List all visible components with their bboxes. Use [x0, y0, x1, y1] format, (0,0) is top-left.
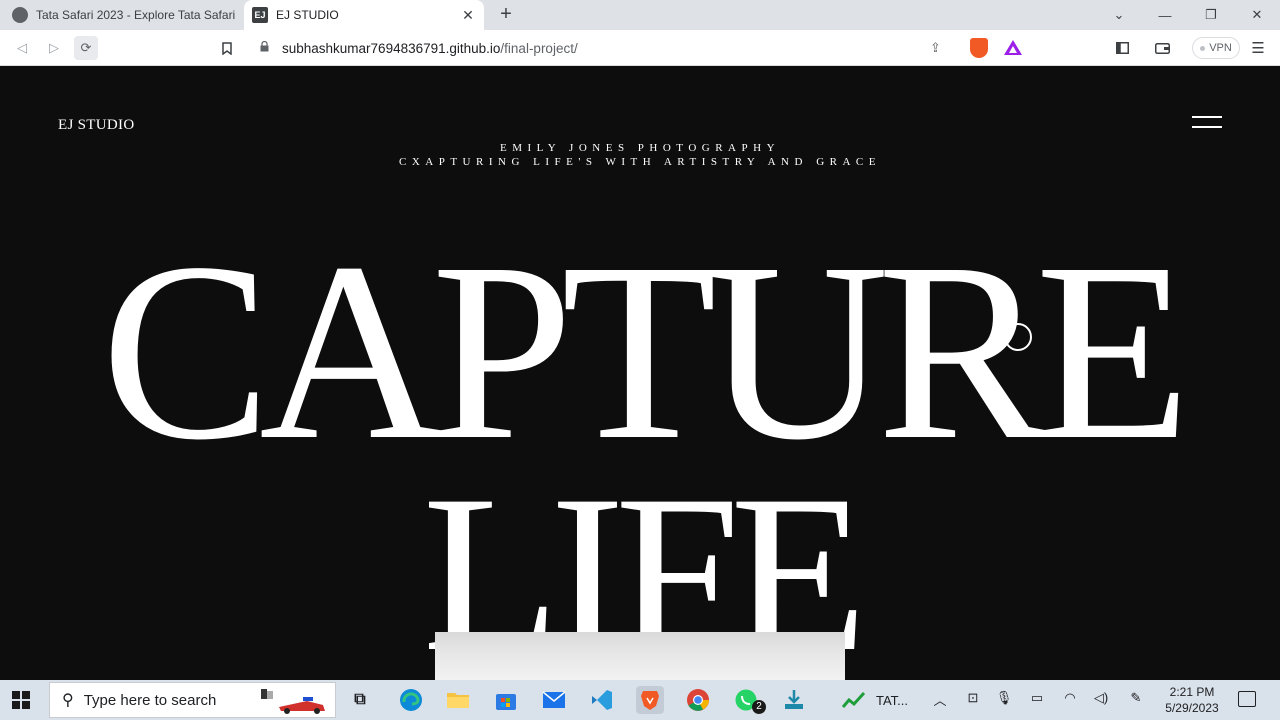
tab-title: EJ STUDIO [276, 8, 339, 22]
windows-taskbar: ⚲ Type here to search ⧉ 2 TAT... ︿ ⊡ 🎙︎ … [0, 680, 1280, 720]
reload-icon[interactable]: ⟳ [74, 36, 98, 60]
whatsapp-unread-badge: 2 [752, 700, 766, 714]
start-pane [22, 691, 30, 699]
meet-now-icon[interactable]: ⊡ [963, 690, 983, 706]
ej-favicon-icon: EJ [252, 7, 268, 23]
search-placeholder: Type here to search [83, 691, 217, 709]
start-pane [22, 701, 30, 709]
site-logo[interactable]: EJ STUDIO [58, 117, 134, 134]
hero-heading-line-1: CAPTURE [101, 211, 1191, 493]
close-window-button[interactable]: ✕ [1234, 0, 1280, 30]
edge-icon[interactable] [397, 686, 425, 714]
tagline-primary: EMILY JONES PHOTOGRAPHY [499, 142, 781, 154]
new-tab-button[interactable]: + [494, 3, 518, 27]
restore-button[interactable]: ❐ [1188, 0, 1234, 30]
minimize-button[interactable]: — [1142, 0, 1188, 30]
tab-search-chevron-icon[interactable]: ⌄ [1096, 0, 1142, 30]
site-menu-icon[interactable] [1192, 116, 1222, 130]
tab-ej-studio[interactable]: EJ EJ STUDIO ✕ [244, 0, 484, 30]
microphone-icon[interactable]: 🎙︎ [994, 690, 1014, 706]
windows-start-icon[interactable] [12, 691, 30, 709]
forward-arrow-icon[interactable]: ▷ [42, 36, 66, 60]
taskbar-clock[interactable]: 2:21 PM 5/29/2023 [1158, 684, 1226, 716]
file-explorer-icon[interactable] [444, 686, 472, 714]
url-path: /final-project/ [500, 40, 578, 56]
task-view-icon[interactable]: ⧉ [346, 686, 374, 714]
globe-icon [12, 7, 28, 23]
notification-center-icon[interactable] [1238, 691, 1256, 707]
vpn-label: VPN [1209, 42, 1232, 54]
hero-photo [435, 632, 845, 680]
tab-strip: Tata Safari 2023 - Explore Tata Safari E… [0, 0, 1280, 30]
taskbar-search-box[interactable]: ⚲ Type here to search [49, 682, 336, 718]
custom-cursor-ring [1004, 323, 1032, 351]
website-viewport: EJ STUDIO EMILY JONES PHOTOGRAPHY CXAPTU… [0, 67, 1280, 680]
brave-lion-icon[interactable] [970, 38, 988, 58]
brave-rewards-triangle-icon[interactable] [1004, 40, 1022, 55]
hamburger-menu-icon[interactable]: ☰ [1246, 36, 1270, 60]
close-tab-icon[interactable]: ✕ [458, 7, 478, 24]
tab-title: Tata Safari 2023 - Explore Tata Safari [36, 8, 236, 22]
browser-toolbar: ◁ ▷ ⟳ subhashkumar7694836791.github.io/f… [0, 30, 1280, 66]
clock-date: 5/29/2023 [1165, 701, 1219, 715]
sidebar-icon[interactable] [1110, 36, 1134, 60]
chrome-icon[interactable] [684, 686, 712, 714]
menu-line [1192, 116, 1222, 118]
menu-line [1192, 126, 1222, 128]
vscode-icon[interactable] [588, 686, 616, 714]
battery-icon[interactable]: ▭ [1027, 690, 1047, 706]
address-bar[interactable]: subhashkumar7694836791.github.io/final-p… [246, 34, 1032, 62]
wifi-icon[interactable]: ◠ [1060, 690, 1080, 706]
share-icon[interactable]: ⇪ [930, 40, 941, 56]
taskbar-running-app[interactable]: TAT... [842, 686, 908, 714]
wallet-icon[interactable] [1150, 36, 1174, 60]
back-arrow-icon[interactable]: ◁ [10, 36, 34, 60]
stock-chart-icon [842, 692, 866, 708]
bookmark-icon[interactable] [215, 36, 239, 60]
lock-icon[interactable] [260, 40, 274, 55]
tab-tata-safari[interactable]: Tata Safari 2023 - Explore Tata Safari [0, 0, 244, 30]
search-highlight-art-icon [261, 689, 325, 714]
clock-time: 2:21 PM [1169, 685, 1215, 699]
search-icon: ⚲ [62, 692, 74, 709]
start-pane [12, 701, 20, 709]
volume-icon[interactable]: ◁) [1091, 690, 1111, 706]
brave-icon[interactable] [636, 686, 664, 714]
pen-icon[interactable]: ✎ [1126, 690, 1146, 706]
mail-icon[interactable] [540, 686, 568, 714]
url-host: subhashkumar7694836791.github.io [282, 40, 501, 56]
vpn-button[interactable]: VPN [1192, 37, 1240, 59]
chevron-up-icon[interactable]: ︿ [930, 690, 950, 709]
installer-icon[interactable] [780, 686, 808, 714]
vpn-status-dot-icon [1200, 45, 1206, 51]
microsoft-store-icon[interactable] [492, 686, 520, 714]
start-pane [12, 691, 20, 699]
tagline-secondary: CXAPTURING LIFE'S WITH ARTISTRY AND GRAC… [399, 156, 881, 168]
running-app-label: TAT... [876, 692, 909, 708]
